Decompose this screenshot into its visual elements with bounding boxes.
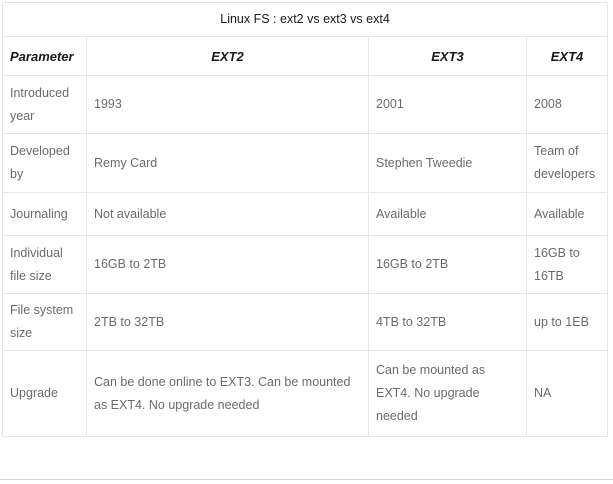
table-title-row: Linux FS : ext2 vs ext3 vs ext4 [1, 2, 609, 37]
cell-ext4: 16GB to 16TB [525, 235, 609, 294]
table-header-row: Parameter EXT2 EXT3 EXT4 [2, 36, 609, 76]
table-title: Linux FS : ext2 vs ext3 vs ext4 [1, 2, 609, 37]
cell-ext2: 1993 [86, 75, 369, 134]
comparison-table-container: Linux FS : ext2 vs ext3 vs ext4 Paramete… [1, 2, 609, 480]
cell-ext3: Can be mounted as EXT4. No upgrade neede… [368, 350, 527, 437]
row-label: Developed by [2, 133, 87, 193]
cell-ext4: Available [525, 192, 609, 236]
cell-ext3: 2001 [368, 75, 527, 134]
table-row: Individual file size 16GB to 2TB 16GB to… [2, 235, 609, 294]
row-label: Upgrade [2, 350, 87, 437]
cell-ext4: NA [525, 350, 609, 437]
fs-comparison-table: Linux FS : ext2 vs ext3 vs ext4 Paramete… [1, 2, 609, 437]
cell-ext3: Stephen Tweedie [368, 133, 527, 193]
bottom-divider [0, 479, 613, 480]
cell-ext3: Available [368, 192, 527, 236]
row-label: Introduced year [2, 75, 87, 134]
cell-ext3: 4TB to 32TB [368, 293, 527, 351]
cell-ext2: 16GB to 2TB [86, 235, 369, 294]
cell-ext2: Not available [86, 192, 369, 236]
cell-ext3: 16GB to 2TB [368, 235, 527, 294]
cell-ext2: 2TB to 32TB [86, 293, 369, 351]
cell-ext2: Can be done online to EXT3. Can be mount… [86, 350, 369, 437]
table-row: File system size 2TB to 32TB 4TB to 32TB… [2, 293, 609, 351]
header-ext3: EXT3 [368, 36, 527, 76]
table-row: Developed by Remy Card Stephen Tweedie T… [2, 133, 609, 193]
cell-ext4: 2008 [525, 75, 609, 134]
cell-ext4: Team of developers [525, 133, 609, 193]
table-row: Upgrade Can be done online to EXT3. Can … [2, 350, 609, 437]
cell-ext4: up to 1EB [525, 293, 609, 351]
header-ext2: EXT2 [86, 36, 369, 76]
table-row: Introduced year 1993 2001 2008 [2, 75, 609, 134]
table-row: Journaling Not available Available Avail… [2, 192, 609, 236]
row-label: File system size [2, 293, 87, 351]
cell-ext2: Remy Card [86, 133, 369, 193]
header-ext4: EXT4 [525, 36, 609, 76]
row-label: Journaling [2, 192, 87, 236]
row-label: Individual file size [2, 235, 87, 294]
header-parameter: Parameter [2, 36, 87, 76]
